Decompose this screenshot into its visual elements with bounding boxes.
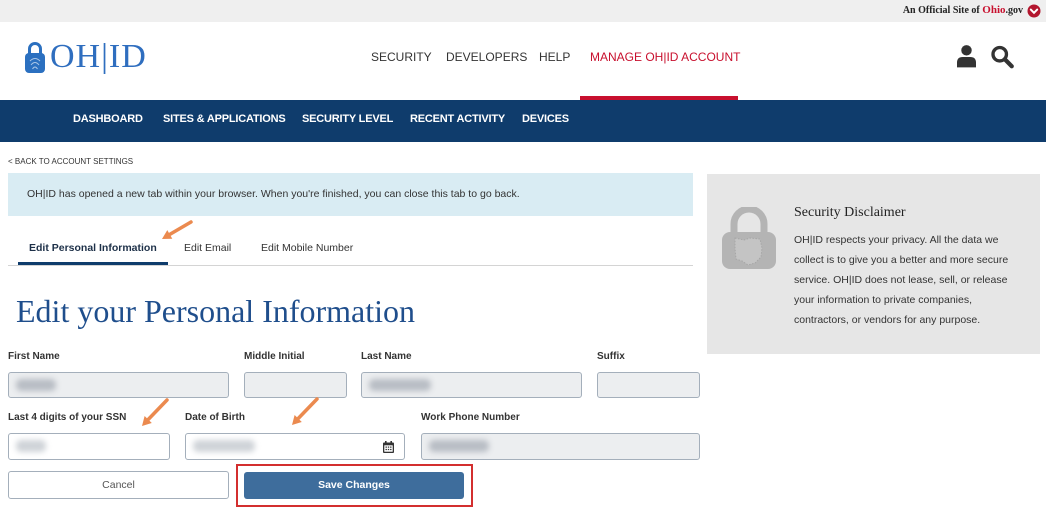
annotation-arrow	[162, 220, 193, 239]
annotation-arrow	[292, 397, 319, 425]
logo-oh: OH	[50, 38, 102, 75]
disclaimer-line: service. OH|ID does not lease, sell, or …	[794, 274, 1008, 286]
sub-nav-security-level[interactable]: SECURITY LEVEL	[302, 113, 393, 125]
ssn-last4-field	[8, 433, 170, 460]
disclaimer-line: your information to private companies,	[794, 294, 973, 306]
sub-nav-devices[interactable]: DEVICES	[522, 113, 569, 125]
ssn-last4-input[interactable]	[8, 433, 170, 460]
back-to-account-settings-link[interactable]: < BACK TO ACCOUNT SETTINGS	[8, 157, 133, 167]
annotation-arrow	[142, 398, 169, 426]
first-name-field	[8, 372, 229, 398]
tab-edit-personal-information[interactable]: Edit Personal Information	[29, 242, 157, 254]
sub-nav-sites-applications[interactable]: SITES & APPLICATIONS	[163, 113, 286, 125]
tab-bar-divider	[8, 265, 693, 266]
top-nav-manage-account[interactable]: MANAGE OH|ID ACCOUNT	[590, 51, 740, 64]
logo-separator: |	[101, 38, 109, 75]
tab-edit-mobile-number[interactable]: Edit Mobile Number	[261, 242, 353, 254]
middle-initial-field	[244, 372, 347, 398]
disclaimer-line: collect is to give you a better and more…	[794, 254, 1009, 266]
lock-icon	[25, 42, 45, 73]
oh-id-logo[interactable]: OH|ID	[25, 39, 155, 79]
work-phone-input[interactable]	[421, 433, 700, 460]
ohio-brand-text: Ohio	[982, 4, 1006, 16]
site-header: OH|ID SECURITY DEVELOPERS HELP MANAGE OH…	[0, 22, 1046, 100]
security-disclaimer-body: OH|ID respects your privacy. All the dat…	[794, 230, 1008, 330]
lock-icon	[722, 207, 776, 269]
search-icon[interactable]	[990, 45, 1015, 69]
suffix-field	[597, 372, 700, 398]
disclaimer-line: OH|ID respects your privacy. All the dat…	[794, 234, 999, 246]
sub-nav-recent-activity[interactable]: RECENT ACTIVITY	[410, 113, 505, 125]
work-phone-field	[421, 433, 700, 460]
date-of-birth-label: Date of Birth	[185, 412, 245, 423]
logo-wordmark: OH|ID	[50, 39, 147, 75]
last-name-label: Last Name	[361, 351, 412, 362]
ssn-last4-label: Last 4 digits of your SSN	[8, 412, 127, 423]
info-alert: OH|ID has opened a new tab within your b…	[8, 173, 693, 216]
last-name-input[interactable]	[361, 372, 582, 398]
info-alert-text: OH|ID has opened a new tab within your b…	[27, 188, 520, 200]
top-nav-developers[interactable]: DEVELOPERS	[446, 51, 527, 64]
security-disclaimer-panel: Security Disclaimer OH|ID respects your …	[707, 174, 1040, 354]
work-phone-label: Work Phone Number	[421, 412, 520, 423]
official-site-label[interactable]: An Official Site of Ohio.gov	[903, 4, 1023, 17]
ohio-domain-suffix: .gov	[1005, 5, 1024, 16]
last-name-field	[361, 372, 582, 398]
date-of-birth-input[interactable]	[185, 433, 405, 460]
top-nav-security[interactable]: SECURITY	[371, 51, 432, 64]
middle-initial-input[interactable]	[244, 372, 347, 398]
sub-nav-dashboard[interactable]: DASHBOARD	[73, 113, 143, 125]
official-site-bar: An Official Site of Ohio.gov	[0, 0, 1046, 22]
save-changes-button[interactable]: Save Changes	[244, 472, 464, 499]
cancel-button[interactable]: Cancel	[8, 471, 229, 499]
security-disclaimer-title: Security Disclaimer	[794, 205, 906, 220]
first-name-input[interactable]	[8, 372, 229, 398]
page-title: Edit your Personal Information	[16, 293, 416, 329]
calendar-icon[interactable]	[383, 441, 394, 453]
logo-id: ID	[108, 38, 147, 75]
user-icon[interactable]	[957, 44, 976, 68]
official-site-prefix: An Official Site of	[902, 5, 980, 16]
account-sub-nav: DASHBOARD SITES & APPLICATIONS SECURITY …	[0, 100, 1046, 142]
suffix-label: Suffix	[597, 351, 625, 362]
disclaimer-line: contractors, or vendors for any purpose.	[794, 314, 981, 326]
tab-edit-email[interactable]: Edit Email	[184, 242, 231, 254]
top-nav-help[interactable]: HELP	[539, 51, 570, 64]
first-name-label: First Name	[8, 351, 60, 362]
middle-initial-label: Middle Initial	[244, 351, 305, 362]
suffix-input[interactable]	[597, 372, 700, 398]
chevron-down-circle-icon[interactable]	[1027, 4, 1041, 18]
date-of-birth-field	[185, 433, 405, 460]
